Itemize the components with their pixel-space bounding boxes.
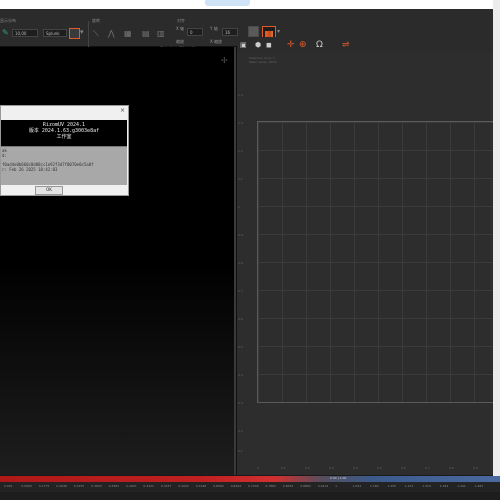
ruler-x-tick: 0.8 bbox=[449, 466, 454, 470]
scale-tick-label: 0.8862 bbox=[300, 484, 311, 488]
scale-tick-label: 1.463 bbox=[474, 484, 484, 488]
scale-tick-label: 0.4097 bbox=[126, 484, 137, 488]
method-select[interactable]: Splunk bbox=[43, 29, 67, 37]
right-edge-panel bbox=[493, 0, 500, 500]
uv-info-text: Selection in uv: 1 Mesh name: 100% bbox=[249, 56, 277, 64]
y-field[interactable]: 16 bbox=[222, 28, 238, 36]
scale-tick-label: 0.6944 bbox=[230, 484, 242, 488]
label-y: Y 轴 bbox=[210, 26, 218, 31]
build-date: r: Feb 26 2025 10:42:03 bbox=[2, 167, 58, 172]
ruler-y-tick: 0.2 bbox=[238, 429, 243, 433]
ruler-y-tick: 0.3 bbox=[238, 401, 243, 405]
ruler-x-tick: 0.1 bbox=[281, 466, 286, 470]
scale-tick-label: 0.6064 bbox=[213, 484, 224, 488]
label-x-scale: X 缩放 bbox=[210, 39, 223, 44]
ruler-y-tick: 0.6 bbox=[238, 317, 243, 321]
scale-tick-label: 0.2648 bbox=[56, 484, 67, 488]
scale-tick-label: 1.441 bbox=[457, 484, 466, 488]
scale-tick-label: 1.053 bbox=[352, 484, 362, 488]
scale-tick-label: 0.4537 bbox=[160, 484, 172, 488]
ruler-y-tick: 1 bbox=[238, 205, 240, 209]
ruler-y-tick: 0.7 bbox=[238, 289, 243, 293]
scale-tick-label: 1.180 bbox=[370, 484, 379, 488]
density-field[interactable]: 10,00 bbox=[12, 29, 38, 37]
scale-tick-label: 1.344 bbox=[439, 484, 449, 488]
scale-tick-label: 0.3981 bbox=[108, 484, 120, 488]
ruler-x-tick: 0.4 bbox=[353, 466, 358, 470]
window-top-strip bbox=[0, 0, 500, 9]
ruler-y-tick: 1.2 bbox=[238, 149, 243, 153]
uv-grid-tile[interactable] bbox=[257, 121, 500, 403]
ruler-y-tick: 0.1 bbox=[238, 449, 243, 453]
ruler-y-tick: 0.9 bbox=[238, 233, 243, 237]
ruler-y-tick: 1.1 bbox=[238, 177, 243, 181]
scale-tick-label: 0.5052 bbox=[178, 484, 189, 488]
scale-tick-label: 1 bbox=[335, 484, 338, 488]
ruler-x-tick: 0.7 bbox=[425, 466, 430, 470]
uv-view-toolbar: ▣ ⬢ ◼ ✛ ⊕ Ω ⇌ bbox=[237, 37, 500, 53]
scale-tick-label: 0.001 bbox=[4, 484, 13, 488]
navigation-gizmo-icon[interactable]: ✢ bbox=[221, 56, 231, 66]
scale-tick-label: 1.313 bbox=[422, 484, 431, 488]
ok-button[interactable]: OK bbox=[35, 186, 63, 195]
layers-icon[interactable]: ▥ bbox=[157, 29, 167, 39]
label-scale: 缩放 bbox=[176, 39, 184, 44]
ruler-x-tick: 0.2 bbox=[305, 466, 310, 470]
ruler-x-tick: 0 bbox=[257, 466, 259, 470]
scale-tick-label: 0.7882 bbox=[265, 484, 276, 488]
group-title-rotate: 旋转 bbox=[92, 18, 100, 23]
ruler-x-tick: 0.5 bbox=[377, 466, 382, 470]
align-icon[interactable]: ⇌ bbox=[342, 40, 352, 50]
ruler-y-tick: 0.8 bbox=[238, 261, 243, 265]
move-icon[interactable]: ✛ bbox=[287, 40, 297, 50]
group-title-display: 显示分布 bbox=[0, 18, 16, 23]
cube-icon[interactable]: ⬢ bbox=[255, 41, 265, 51]
rotate-icon[interactable]: ⊕ bbox=[299, 40, 309, 50]
stack-icon[interactable]: ▤ bbox=[142, 29, 152, 39]
scale-tick-label: 0.1775 bbox=[38, 484, 50, 488]
scale-tick-label: 0.0825 bbox=[21, 484, 32, 488]
status-bar bbox=[0, 492, 500, 500]
uv-horizontal-ruler: 0 0.1 0.2 0.3 0.4 0.5 0.6 0.7 0.8 0.9 bbox=[257, 466, 500, 472]
x-field[interactable]: 0 bbox=[187, 28, 203, 36]
label-translate: X 轴 bbox=[176, 26, 185, 31]
scale-tick-label: 0.8432 bbox=[282, 484, 294, 488]
edition-text: 工作室 bbox=[56, 134, 72, 140]
scale-tick-label: 1.271 bbox=[404, 484, 414, 488]
scale-tick-label: 0.9414 bbox=[317, 484, 329, 488]
group-title-align: 对齐 bbox=[177, 18, 185, 23]
close-icon[interactable]: × bbox=[120, 107, 125, 114]
about-dialog: × RizomUV 2024.1 版本 2024.1.63.g3003e8af … bbox=[0, 105, 129, 196]
tree-icon[interactable]: ⋀ bbox=[108, 29, 118, 39]
fold-icon[interactable]: ⟍ bbox=[93, 29, 103, 39]
about-header: RizomUV 2024.1 版本 2024.1.63.g3003e8af 工作… bbox=[1, 120, 127, 146]
about-details: ak d: f0ad4e0b660c8d08cc1e92f3d7f0070e0c… bbox=[1, 146, 127, 185]
magnet-icon[interactable]: Ω bbox=[316, 40, 326, 50]
distortion-scale: 0.001 0.0825 0.1775 0.2648 0.3155 0.3659 0.398… bbox=[0, 482, 500, 492]
scale-tick-label: 0.4421 bbox=[143, 484, 154, 488]
view-mode-button[interactable] bbox=[248, 26, 259, 37]
scale-tick-label: 0.3155 bbox=[73, 484, 85, 488]
active-window-tab[interactable] bbox=[205, 0, 250, 6]
ruler-x-tick: 0.6 bbox=[401, 466, 406, 470]
ruler-y-tick: 0.4 bbox=[238, 373, 243, 377]
ruler-x-tick: 0.3 bbox=[329, 466, 334, 470]
ruler-y-tick: 1.3 bbox=[238, 121, 243, 125]
scale-mid-tag: 0.00 | 1.00 bbox=[330, 476, 347, 480]
uv-vertical-ruler: 1.4 1.3 1.2 1.1 1 0.9 0.8 0.7 0.6 0.5 0.… bbox=[237, 53, 245, 475]
box-icon[interactable]: ◼ bbox=[266, 41, 276, 51]
detail-line: d: bbox=[2, 153, 7, 158]
frame-icon[interactable]: ▣ bbox=[240, 41, 250, 51]
scale-tick-label: 0.3659 bbox=[91, 484, 102, 488]
color-map-button[interactable] bbox=[69, 28, 80, 39]
ruler-y-tick: 0.5 bbox=[238, 345, 243, 349]
scale-tick-label: 0.7238 bbox=[248, 484, 259, 488]
ruler-x-tick: 0.9 bbox=[473, 466, 478, 470]
ruler-y-tick: 1.4 bbox=[238, 93, 243, 97]
scale-tick-label: 1.255 bbox=[387, 484, 397, 488]
scale-tick-label: 0.5198 bbox=[195, 484, 207, 488]
grid-icon[interactable]: ▦ bbox=[124, 29, 134, 39]
pen-icon[interactable]: ✎ bbox=[2, 28, 12, 38]
